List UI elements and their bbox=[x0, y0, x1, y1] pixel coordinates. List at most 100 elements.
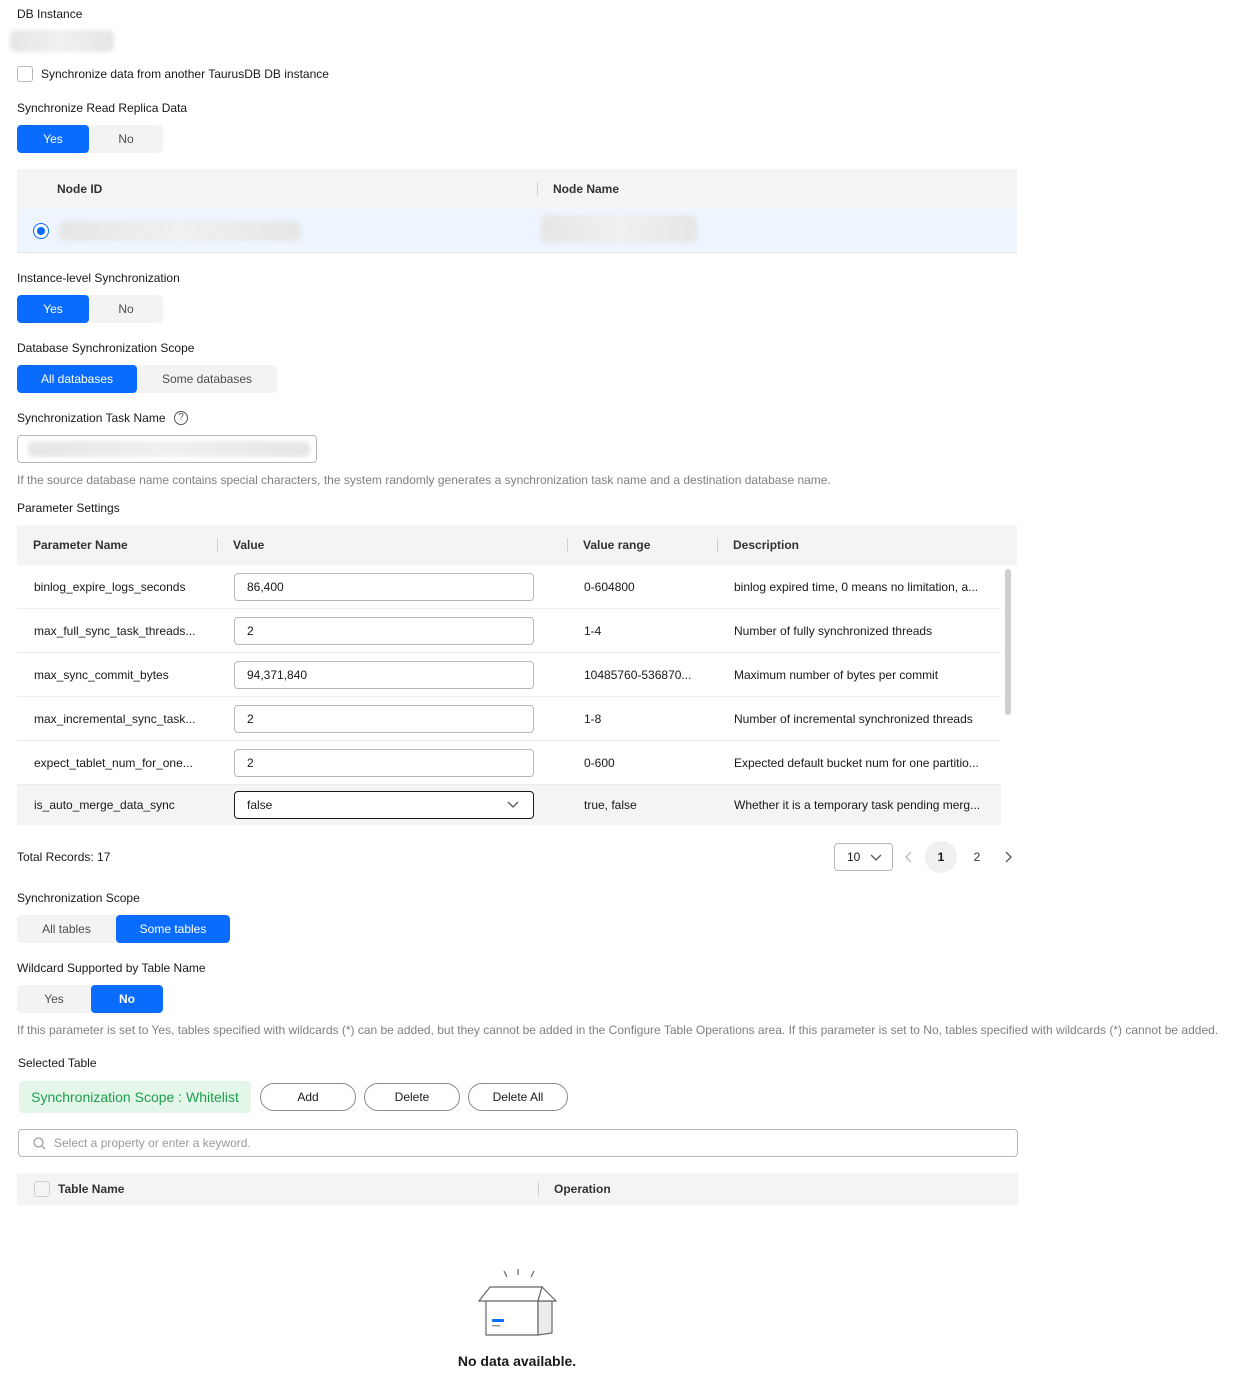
parameter-value-input[interactable]: 2 bbox=[234, 616, 534, 645]
parameter-name: max_full_sync_task_threads... bbox=[34, 623, 196, 638]
page-button-1[interactable]: 1 bbox=[925, 841, 957, 873]
parameter-value-select[interactable]: false bbox=[234, 791, 534, 819]
parameter-description: Expected default bucket num for one part… bbox=[734, 755, 979, 770]
page-size-value: 10 bbox=[847, 850, 861, 864]
selected-table-header: Table Name Operation bbox=[17, 1173, 1018, 1205]
column-divider bbox=[537, 182, 538, 196]
select-value: false bbox=[247, 798, 273, 812]
column-divider bbox=[538, 1182, 539, 1196]
parameter-name: binlog_expire_logs_seconds bbox=[34, 579, 186, 594]
task-name-input[interactable] bbox=[17, 435, 317, 463]
parameter-table-scrollbar[interactable] bbox=[1005, 569, 1011, 715]
chevron-down-icon bbox=[870, 854, 882, 861]
value-range-column-header: Value range bbox=[583, 538, 651, 552]
parameter-row: binlog_expire_logs_seconds 86,400 0-6048… bbox=[17, 565, 1001, 609]
total-records: Total Records: 17 bbox=[17, 850, 111, 864]
instance-sync-label: Instance-level Synchronization bbox=[17, 271, 180, 285]
add-button[interactable]: Add bbox=[260, 1083, 356, 1111]
instance-sync-yes-button[interactable]: Yes bbox=[17, 295, 89, 323]
task-name-redacted bbox=[28, 441, 310, 457]
empty-box-icon bbox=[477, 1269, 558, 1336]
parameter-row: is_auto_merge_data_sync false true, fals… bbox=[17, 785, 1001, 825]
db-instance-value-redacted bbox=[10, 30, 114, 52]
instance-sync-toggle: Yes No bbox=[17, 295, 163, 323]
node-name-column-header: Node Name bbox=[553, 182, 620, 196]
delete-button[interactable]: Delete bbox=[364, 1083, 460, 1111]
read-replica-toggle: Yes No bbox=[17, 125, 163, 153]
parameter-name: max_incremental_sync_task... bbox=[34, 711, 196, 726]
wildcard-yes-button[interactable]: Yes bbox=[17, 985, 91, 1013]
db-instance-label: DB Instance bbox=[17, 7, 83, 21]
parameter-value-input[interactable]: 94,371,840 bbox=[234, 660, 534, 689]
wildcard-toggle: Yes No bbox=[17, 985, 163, 1013]
select-all-checkbox[interactable] bbox=[34, 1181, 50, 1197]
read-replica-no-button[interactable]: No bbox=[89, 125, 163, 153]
task-name-label: Synchronization Task Name bbox=[17, 411, 166, 425]
some-databases-button[interactable]: Some databases bbox=[137, 365, 277, 393]
db-scope-toggle: All databases Some databases bbox=[17, 365, 277, 393]
column-divider bbox=[717, 538, 718, 552]
sync-scope-toggle: All tables Some tables bbox=[17, 915, 230, 943]
parameter-range: 1-8 bbox=[584, 711, 602, 726]
node-select-radio[interactable] bbox=[33, 223, 49, 239]
empty-state-text: No data available. bbox=[457, 1353, 577, 1369]
read-replica-label: Synchronize Read Replica Data bbox=[17, 101, 188, 115]
delete-all-button[interactable]: Delete All bbox=[468, 1083, 568, 1111]
table-search-input[interactable]: Select a property or enter a keyword. bbox=[18, 1129, 1018, 1157]
parameter-name: expect_tablet_num_for_one... bbox=[34, 755, 193, 770]
parameter-range: 1-4 bbox=[584, 623, 602, 638]
parameter-name: max_sync_commit_bytes bbox=[34, 667, 169, 682]
parameter-range: 0-604800 bbox=[584, 579, 635, 594]
sync-other-instance-checkbox[interactable] bbox=[17, 66, 33, 82]
column-divider bbox=[567, 538, 568, 552]
node-name-redacted bbox=[541, 215, 697, 243]
parameter-row: expect_tablet_num_for_one... 2 0-600 Exp… bbox=[17, 741, 1001, 785]
search-placeholder: Select a property or enter a keyword. bbox=[54, 1136, 251, 1150]
all-tables-button[interactable]: All tables bbox=[17, 915, 116, 943]
chevron-left-icon[interactable] bbox=[904, 851, 912, 863]
selected-table-label: Selected Table bbox=[18, 1056, 97, 1070]
all-databases-button[interactable]: All databases bbox=[17, 365, 137, 393]
parameter-row: max_sync_commit_bytes 94,371,840 1048576… bbox=[17, 653, 1001, 697]
scope-whitelist-tag: Synchronization Scope : Whitelist bbox=[19, 1081, 251, 1113]
wildcard-no-button[interactable]: No bbox=[91, 985, 163, 1013]
parameter-name: is_auto_merge_data_sync bbox=[34, 798, 175, 812]
parameter-row: max_full_sync_task_threads... 2 1-4 Numb… bbox=[17, 609, 1001, 653]
task-name-hint: If the source database name contains spe… bbox=[17, 473, 831, 487]
parameter-value-input[interactable]: 2 bbox=[234, 704, 534, 733]
wildcard-label: Wildcard Supported by Table Name bbox=[17, 961, 206, 975]
node-id-column-header: Node ID bbox=[57, 182, 103, 196]
help-icon[interactable]: ? bbox=[174, 411, 188, 425]
parameter-name-column-header: Parameter Name bbox=[33, 538, 128, 552]
wildcard-hint: If this parameter is set to Yes, tables … bbox=[17, 1023, 1219, 1037]
db-scope-label: Database Synchronization Scope bbox=[17, 341, 195, 355]
sync-scope-label: Synchronization Scope bbox=[17, 891, 140, 905]
parameter-value-input[interactable]: 2 bbox=[234, 748, 534, 777]
node-id-redacted bbox=[59, 221, 301, 241]
parameter-description: Number of incremental synchronized threa… bbox=[734, 711, 973, 726]
search-icon bbox=[33, 1136, 46, 1149]
node-table-row[interactable] bbox=[17, 209, 1017, 253]
parameter-description: Maximum number of bytes per commit bbox=[734, 667, 939, 682]
instance-sync-no-button[interactable]: No bbox=[89, 295, 163, 323]
node-table-header: Node ID Node Name bbox=[17, 169, 1017, 209]
description-column-header: Description bbox=[733, 538, 800, 552]
table-name-column-header: Table Name bbox=[58, 1182, 125, 1196]
chevron-right-icon[interactable] bbox=[1005, 851, 1013, 863]
read-replica-yes-button[interactable]: Yes bbox=[17, 125, 89, 153]
parameter-value-input[interactable]: 86,400 bbox=[234, 572, 534, 601]
parameter-settings-label: Parameter Settings bbox=[17, 501, 120, 515]
operation-column-header: Operation bbox=[554, 1182, 611, 1196]
value-column-header: Value bbox=[233, 538, 265, 552]
some-tables-button[interactable]: Some tables bbox=[116, 915, 230, 943]
page-button-2[interactable]: 2 bbox=[961, 841, 993, 873]
parameter-description: Number of fully synchronized threads bbox=[734, 623, 933, 638]
parameter-description: Whether it is a temporary task pending m… bbox=[734, 798, 981, 812]
parameter-table-header: Parameter Name Value Value range Descrip… bbox=[17, 525, 1017, 565]
parameter-row: max_incremental_sync_task... 2 1-8 Numbe… bbox=[17, 697, 1001, 741]
page-size-select[interactable]: 10 bbox=[834, 843, 893, 871]
parameter-range: 0-600 bbox=[584, 755, 615, 770]
parameter-range: true, false bbox=[584, 798, 637, 812]
column-divider bbox=[217, 538, 218, 552]
parameter-description: binlog expired time, 0 means no limitati… bbox=[734, 579, 979, 594]
